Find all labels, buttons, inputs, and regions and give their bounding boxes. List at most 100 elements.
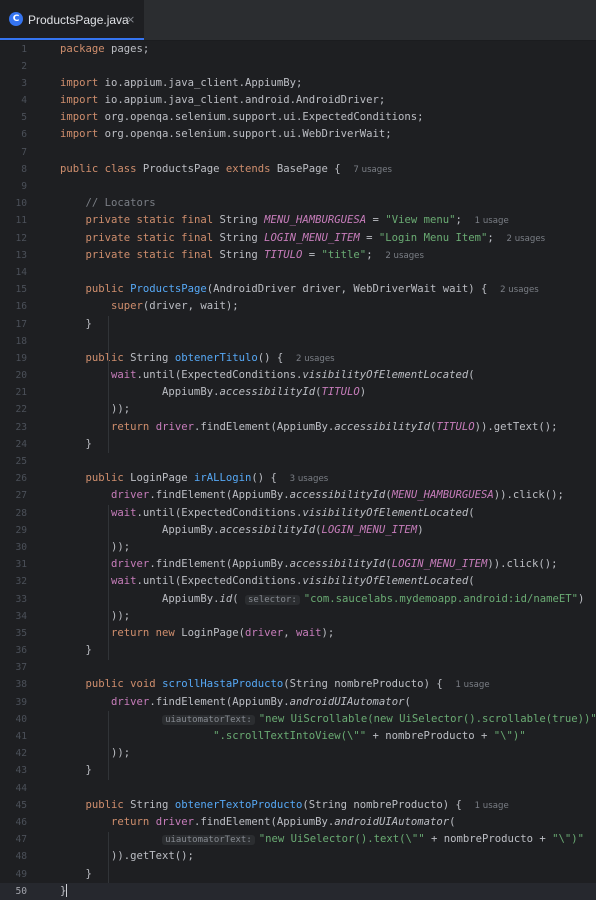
code-area[interactable]: 1 package pages; 2 3 import io.appium.java_c… bbox=[0, 41, 596, 900]
code-line[interactable]: 3 import io.appium.java_client.AppiumBy; bbox=[0, 75, 596, 92]
usage-hint[interactable]: 2 usages bbox=[385, 251, 424, 261]
code-line[interactable]: 34 )); bbox=[0, 608, 596, 625]
code-line[interactable]: 14 bbox=[0, 264, 596, 281]
code-token: return new bbox=[111, 626, 182, 639]
code-text: } bbox=[60, 316, 92, 333]
code-line[interactable]: 6 import org.openqa.selenium.support.ui.W… bbox=[0, 126, 596, 143]
code-line[interactable]: 18 bbox=[0, 333, 596, 350]
code-editor[interactable]: C ProductsPage.java × 1 package pages; 2 3 i… bbox=[0, 0, 596, 900]
line-number: 16 bbox=[15, 301, 27, 313]
code-line[interactable]: 24 } bbox=[0, 436, 596, 453]
usage-hint[interactable]: 1 usage bbox=[455, 680, 489, 690]
code-line[interactable]: 22 )); bbox=[0, 401, 596, 418]
code-line[interactable]: 35 return new LoginPage(driver, wait); bbox=[0, 625, 596, 642]
code-token: visibilityOfElementLocated bbox=[302, 369, 469, 382]
usage-hint[interactable]: 3 usages bbox=[290, 474, 329, 484]
code-token: )).click(); bbox=[493, 489, 564, 502]
code-line[interactable]: 45 public String obtenerTextoProducto(St… bbox=[0, 797, 596, 814]
usage-hint[interactable]: 2 usages bbox=[500, 285, 539, 295]
line-number: 44 bbox=[15, 782, 27, 794]
code-token: .findElement(AppiumBy. bbox=[149, 558, 290, 571]
line-number: 34 bbox=[15, 610, 27, 622]
code-line[interactable]: 49 } bbox=[0, 866, 596, 883]
line-number: 21 bbox=[15, 387, 27, 399]
code-line[interactable]: 7 bbox=[0, 144, 596, 161]
code-token: + nombreProducto + bbox=[366, 730, 494, 742]
code-line[interactable]: 41 ".scrollTextIntoView(\"" + nombreProd… bbox=[0, 728, 596, 745]
code-line[interactable]: 5 import org.openqa.selenium.support.ui.E… bbox=[0, 109, 596, 126]
code-line[interactable]: 31 driver.findElement(AppiumBy.accessibi… bbox=[0, 556, 596, 573]
code-line[interactable]: 15 public ProductsPage(AndroidDriver dri… bbox=[0, 281, 596, 298]
code-token: ProductsPage bbox=[142, 162, 226, 175]
line-number: 4 bbox=[21, 95, 27, 107]
code-token: () { bbox=[257, 351, 297, 364]
code-line[interactable]: 50} bbox=[0, 882, 596, 900]
code-line[interactable]: 4 import io.appium.java_client.android.An… bbox=[0, 92, 596, 109]
code-line[interactable]: 20 wait.until(ExpectedConditions.visibil… bbox=[0, 367, 596, 384]
code-line[interactable]: 17 } bbox=[0, 316, 596, 333]
line-number: 1 bbox=[21, 43, 27, 55]
code-text: return driver.findElement(AppiumBy.acces… bbox=[60, 419, 558, 436]
code-text: import io.appium.java_client.AppiumBy; bbox=[60, 75, 302, 92]
code-line[interactable]: 28 wait.until(ExpectedConditions.visibil… bbox=[0, 505, 596, 522]
code-token: public bbox=[85, 472, 131, 485]
code-token: LOGIN_MENU_ITEM bbox=[391, 558, 488, 571]
code-line[interactable]: 48 )).getText(); bbox=[0, 848, 596, 865]
usage-hint[interactable]: 2 usages bbox=[296, 354, 335, 364]
code-line[interactable]: 8 public class ProductsPage extends BaseP… bbox=[0, 161, 596, 178]
code-line[interactable]: 21 AppiumBy.accessibilityId(TITULO) bbox=[0, 384, 596, 401]
code-line[interactable]: 19 public String obtenerTitulo() { 2 usa… bbox=[0, 350, 596, 367]
code-line[interactable]: 10 // Locators bbox=[0, 195, 596, 212]
code-token: return bbox=[111, 420, 156, 433]
code-line[interactable]: 16 super(driver, wait); bbox=[0, 298, 596, 315]
code-line[interactable]: 40 uiautomatorText: "new UiScrollable(new… bbox=[0, 711, 596, 728]
code-line[interactable]: 25 bbox=[0, 453, 596, 470]
code-line[interactable]: 43 } bbox=[0, 762, 596, 779]
tab-products-page[interactable]: C ProductsPage.java × bbox=[0, 0, 144, 40]
usage-hint[interactable]: 2 usages bbox=[507, 234, 546, 244]
code-text: // Locators bbox=[60, 195, 156, 212]
code-token: public class bbox=[60, 162, 143, 175]
code-token: accessibilityId bbox=[334, 420, 430, 433]
code-text: )); bbox=[60, 745, 130, 762]
code-line[interactable]: 36 } bbox=[0, 642, 596, 659]
code-line[interactable]: 46 return driver.findElement(AppiumBy.an… bbox=[0, 814, 596, 831]
code-line[interactable]: 9 bbox=[0, 178, 596, 195]
line-number: 19 bbox=[15, 352, 27, 364]
code-text: } bbox=[60, 436, 92, 453]
code-line[interactable]: 26 public LoginPage irALLogin() { 3 usag… bbox=[0, 470, 596, 487]
code-line[interactable]: 23 return driver.findElement(AppiumBy.ac… bbox=[0, 419, 596, 436]
usage-hint[interactable]: 7 usages bbox=[353, 165, 392, 175]
code-line[interactable]: 11 private static final String MENU_HAMB… bbox=[0, 212, 596, 229]
code-line[interactable]: 2 bbox=[0, 58, 596, 75]
code-line[interactable]: 12 private static final String LOGIN_MEN… bbox=[0, 230, 596, 247]
code-token: .findElement(AppiumBy. bbox=[193, 420, 335, 433]
line-number: 47 bbox=[15, 834, 27, 846]
code-text: import org.openqa.selenium.support.ui.Ex… bbox=[60, 109, 424, 126]
line-number: 6 bbox=[21, 129, 27, 141]
code-line[interactable]: 29 AppiumBy.accessibilityId(LOGIN_MENU_I… bbox=[0, 522, 596, 539]
code-line[interactable]: 42 )); bbox=[0, 745, 596, 762]
code-line[interactable]: 38 public void scrollHastaProducto(Strin… bbox=[0, 676, 596, 693]
code-line[interactable]: 30 )); bbox=[0, 539, 596, 556]
code-token: .findElement(AppiumBy. bbox=[193, 815, 335, 828]
code-line[interactable]: 13 private static final String TITULO = … bbox=[0, 247, 596, 264]
code-line[interactable]: 39 driver.findElement(AppiumBy.androidUI… bbox=[0, 694, 596, 711]
code-line[interactable]: 44 bbox=[0, 780, 596, 797]
code-line[interactable]: 33 AppiumBy.id( selector: "com.saucelabs.… bbox=[0, 591, 596, 608]
line-number: 17 bbox=[15, 318, 27, 330]
code-text: } bbox=[60, 762, 92, 779]
code-token: = bbox=[302, 248, 322, 261]
code-line[interactable]: 27 driver.findElement(AppiumBy.accessibi… bbox=[0, 487, 596, 504]
code-line[interactable]: 1 package pages; bbox=[0, 41, 596, 58]
code-token: "new UiSelector().text(\"" bbox=[258, 833, 425, 846]
close-icon[interactable]: × bbox=[126, 12, 135, 28]
code-line[interactable]: 37 bbox=[0, 659, 596, 676]
code-token: ; bbox=[366, 248, 386, 261]
usage-hint[interactable]: 1 usage bbox=[475, 216, 509, 226]
code-line[interactable]: 47 uiautomatorText: "new UiSelector().tex… bbox=[0, 831, 596, 848]
usage-hint[interactable]: 1 usage bbox=[475, 801, 509, 811]
code-line[interactable]: 32 wait.until(ExpectedConditions.visibil… bbox=[0, 573, 596, 590]
line-number: 3 bbox=[21, 77, 27, 89]
code-token: )).click(); bbox=[487, 558, 558, 571]
